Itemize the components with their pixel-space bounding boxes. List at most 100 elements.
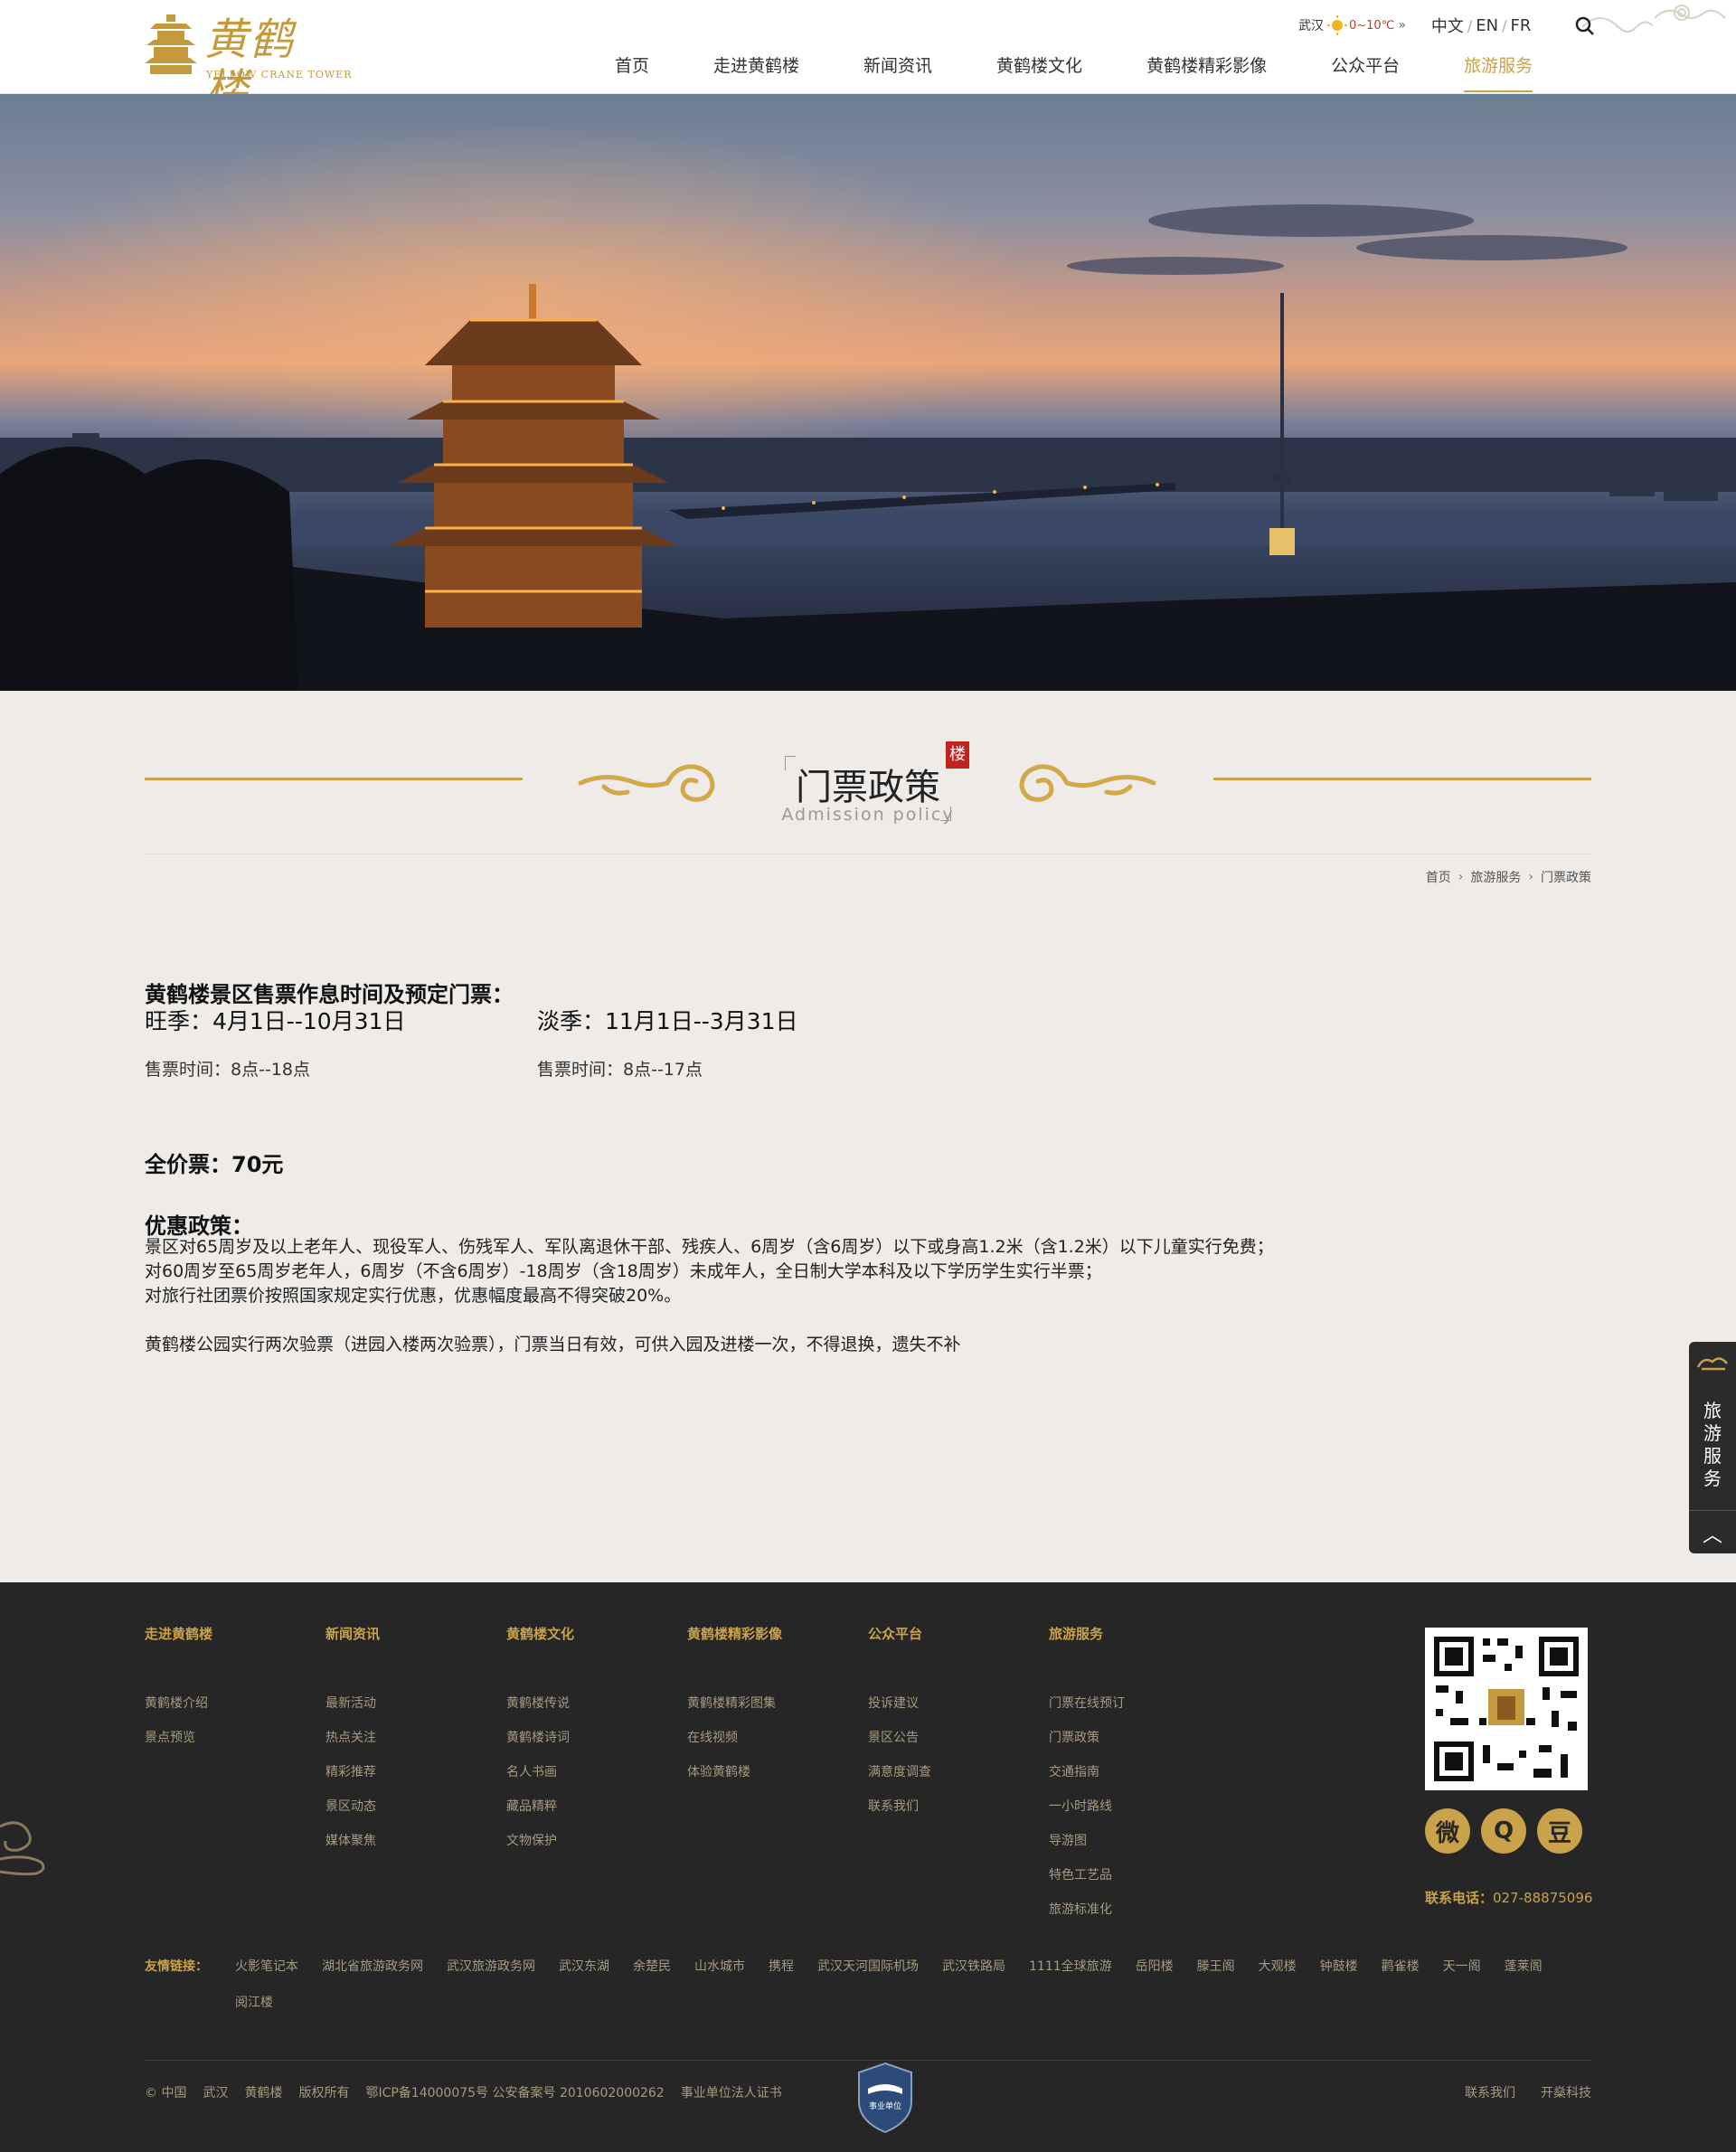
friend-link[interactable]: 蓬莱阁 bbox=[1505, 1957, 1543, 1975]
friend-link[interactable]: 火影笔记本 bbox=[235, 1957, 298, 1975]
footer-column-title[interactable]: 公众平台 bbox=[868, 1624, 1040, 1643]
lang-separator: / bbox=[1502, 16, 1507, 34]
nav-gallery[interactable]: 黄鹤楼精彩影像 bbox=[1146, 52, 1267, 92]
footer-column-public-platform: 公众平台 投诉建议 景区公告 满意度调查 联系我们 bbox=[868, 1624, 1040, 1824]
friend-link[interactable]: 岳阳楼 bbox=[1136, 1957, 1174, 1975]
weibo-icon[interactable]: 微 bbox=[1425, 1808, 1470, 1854]
nav-home[interactable]: 首页 bbox=[615, 52, 649, 92]
footer-link[interactable]: 黄鹤楼传说 bbox=[506, 1686, 678, 1721]
breadcrumb-current: 门票政策 bbox=[1541, 871, 1591, 885]
friend-link[interactable]: 湖北省旅游政务网 bbox=[322, 1957, 423, 1975]
footer-column-title[interactable]: 黄鹤楼精彩影像 bbox=[687, 1624, 859, 1643]
friend-link[interactable]: 大观楼 bbox=[1259, 1957, 1297, 1975]
search-icon[interactable] bbox=[1573, 14, 1597, 38]
wechat-qr-code bbox=[1425, 1628, 1588, 1790]
footer-column-culture: 黄鹤楼文化 黄鹤楼传说 黄鹤楼诗词 名人书画 藏品精粹 文物保护 bbox=[506, 1624, 678, 1858]
public-institution-badge[interactable]: 事业单位 bbox=[855, 2062, 915, 2134]
page-subtitle: Admission policy bbox=[781, 805, 955, 825]
footer-link[interactable]: 特色工艺品 bbox=[1049, 1858, 1221, 1892]
friend-link[interactable]: 鹳雀楼 bbox=[1382, 1957, 1420, 1975]
friend-link[interactable]: 余楚民 bbox=[633, 1957, 671, 1975]
friend-link[interactable]: 武汉铁路局 bbox=[942, 1957, 1005, 1975]
footer-column-title[interactable]: 旅游服务 bbox=[1049, 1624, 1221, 1643]
developer-link[interactable]: 开燊科技 bbox=[1541, 2083, 1591, 2101]
footer-link[interactable]: 最新活动 bbox=[326, 1686, 497, 1721]
side-widget-divider bbox=[1689, 1510, 1736, 1511]
travel-service-side-widget[interactable]: 旅游服务 ︿ bbox=[1689, 1342, 1736, 1553]
phone-label: 联系电话： bbox=[1425, 1890, 1494, 1906]
nav-travel-service[interactable]: 旅游服务 bbox=[1464, 52, 1533, 92]
discount-line: 对旅行社团票价按照国家规定实行优惠，优惠幅度最高不得突破20%。 bbox=[145, 1286, 682, 1306]
weather-city: 武汉 bbox=[1298, 19, 1324, 33]
friend-link[interactable]: 钟鼓楼 bbox=[1320, 1957, 1358, 1975]
footer-column-gallery: 黄鹤楼精彩影像 黄鹤楼精彩图集 在线视频 体验黄鹤楼 bbox=[687, 1624, 859, 1789]
footer-link[interactable]: 景区公告 bbox=[868, 1721, 1040, 1755]
ticket-validation-note: 黄鹤楼公园实行两次验票（进园入楼两次验票），门票当日有效，可供入园及进楼一次，不… bbox=[145, 1335, 961, 1354]
footer-link[interactable]: 黄鹤楼诗词 bbox=[506, 1721, 678, 1755]
footer-link[interactable]: 景区动态 bbox=[326, 1789, 497, 1824]
footer-link[interactable]: 一小时路线 bbox=[1049, 1789, 1221, 1824]
nav-news[interactable]: 新闻资讯 bbox=[863, 52, 932, 92]
friend-link[interactable]: 武汉旅游政务网 bbox=[447, 1957, 535, 1975]
footer-link[interactable]: 门票在线预订 bbox=[1049, 1686, 1221, 1721]
footer-column-title[interactable]: 黄鹤楼文化 bbox=[506, 1624, 678, 1643]
footer-link[interactable]: 热点关注 bbox=[326, 1721, 497, 1755]
friend-link[interactable]: 1111全球旅游 bbox=[1029, 1957, 1112, 1975]
main-navigation: 首页 走进黄鹤楼 新闻资讯 黄鹤楼文化 黄鹤楼精彩影像 公众平台 旅游服务 bbox=[615, 52, 1533, 94]
footer-link[interactable]: 在线视频 bbox=[687, 1721, 859, 1755]
site-header: 黄鹤楼 YELLOW CRANE TOWER 武汉 0~10℃ » 中文 / E… bbox=[0, 0, 1736, 116]
footer-link[interactable]: 名人书画 bbox=[506, 1755, 678, 1789]
footer-link[interactable]: 交通指南 bbox=[1049, 1755, 1221, 1789]
footer-column-news: 新闻资讯 最新活动 热点关注 精彩推荐 景区动态 媒体聚焦 bbox=[326, 1624, 497, 1858]
friend-link[interactable]: 武汉东湖 bbox=[559, 1957, 609, 1975]
scroll-top-icon[interactable]: ︿ bbox=[1689, 1519, 1736, 1548]
qr-code-icon bbox=[1425, 1628, 1588, 1790]
copyright-item: © 中国 bbox=[145, 2086, 187, 2100]
friend-link[interactable]: 阅江楼 bbox=[235, 1993, 273, 2011]
friend-link[interactable]: 武汉天河国际机场 bbox=[817, 1957, 919, 1975]
breadcrumb-home[interactable]: 首页 bbox=[1426, 868, 1451, 886]
friend-link[interactable]: 天一阁 bbox=[1443, 1957, 1481, 1975]
footer-link[interactable]: 黄鹤楼介绍 bbox=[145, 1686, 316, 1721]
copyright-info: © 中国 武汉 黄鹤楼 版权所有 鄂ICP备14000075号 公安备案号 20… bbox=[145, 2083, 798, 2101]
friend-link[interactable]: 携程 bbox=[769, 1957, 794, 1975]
friend-link[interactable]: 山水城市 bbox=[694, 1957, 745, 1975]
footer-link[interactable]: 满意度调查 bbox=[868, 1755, 1040, 1789]
footer-link[interactable]: 导游图 bbox=[1049, 1824, 1221, 1858]
footer-link[interactable]: 体验黄鹤楼 bbox=[687, 1755, 859, 1789]
douban-icon[interactable]: 豆 bbox=[1537, 1808, 1582, 1854]
footer-link[interactable]: 旅游标准化 bbox=[1049, 1892, 1221, 1927]
lang-english[interactable]: EN bbox=[1476, 16, 1498, 35]
breadcrumb-travel-service[interactable]: 旅游服务 bbox=[1470, 868, 1521, 886]
contact-us-link[interactable]: 联系我们 bbox=[1465, 2083, 1515, 2101]
footer-link[interactable]: 门票政策 bbox=[1049, 1721, 1221, 1755]
lang-chinese[interactable]: 中文 bbox=[1431, 14, 1464, 37]
footer-link[interactable]: 文物保护 bbox=[506, 1824, 678, 1858]
footer-column-title[interactable]: 新闻资讯 bbox=[326, 1624, 497, 1643]
peak-sale-time: 售票时间：8点--18点 bbox=[145, 1060, 310, 1080]
friend-link[interactable]: 滕王阁 bbox=[1197, 1957, 1235, 1975]
weather-temperature: 0~10℃ bbox=[1349, 18, 1395, 33]
footer-link[interactable]: 景点预览 bbox=[145, 1721, 316, 1755]
copyright-item: 版权所有 bbox=[298, 2086, 350, 2100]
footer-link[interactable]: 黄鹤楼精彩图集 bbox=[687, 1686, 859, 1721]
nav-public-platform[interactable]: 公众平台 bbox=[1331, 52, 1400, 92]
weather-more-link[interactable]: » bbox=[1398, 18, 1406, 33]
qq-icon[interactable]: Q bbox=[1481, 1808, 1526, 1854]
site-footer: 走进黄鹤楼 黄鹤楼介绍 景点预览 新闻资讯 最新活动 热点关注 精彩推荐 景区动… bbox=[0, 1582, 1736, 2152]
site-logo[interactable]: 黄鹤楼 YELLOW CRANE TOWER bbox=[145, 13, 352, 116]
nav-culture[interactable]: 黄鹤楼文化 bbox=[996, 52, 1082, 92]
footer-column-title[interactable]: 走进黄鹤楼 bbox=[145, 1624, 316, 1643]
institution-certificate[interactable]: 事业单位法人证书 bbox=[681, 2083, 782, 2101]
lang-french[interactable]: FR bbox=[1511, 16, 1532, 35]
footer-link[interactable]: 精彩推荐 bbox=[326, 1755, 497, 1789]
logo-english-text: YELLOW CRANE TOWER bbox=[206, 69, 353, 80]
sunny-weather-icon bbox=[1327, 15, 1347, 35]
footer-link[interactable]: 联系我们 bbox=[868, 1789, 1040, 1824]
peak-season-text: 旺季：4月1日--10月31日 bbox=[145, 1008, 406, 1034]
icp-record[interactable]: 鄂ICP备14000075号 公安备案号 2010602000262 bbox=[365, 2083, 664, 2101]
nav-about[interactable]: 走进黄鹤楼 bbox=[713, 52, 799, 92]
footer-link[interactable]: 藏品精粹 bbox=[506, 1789, 678, 1824]
footer-link[interactable]: 媒体聚焦 bbox=[326, 1824, 497, 1858]
footer-link[interactable]: 投诉建议 bbox=[868, 1686, 1040, 1721]
